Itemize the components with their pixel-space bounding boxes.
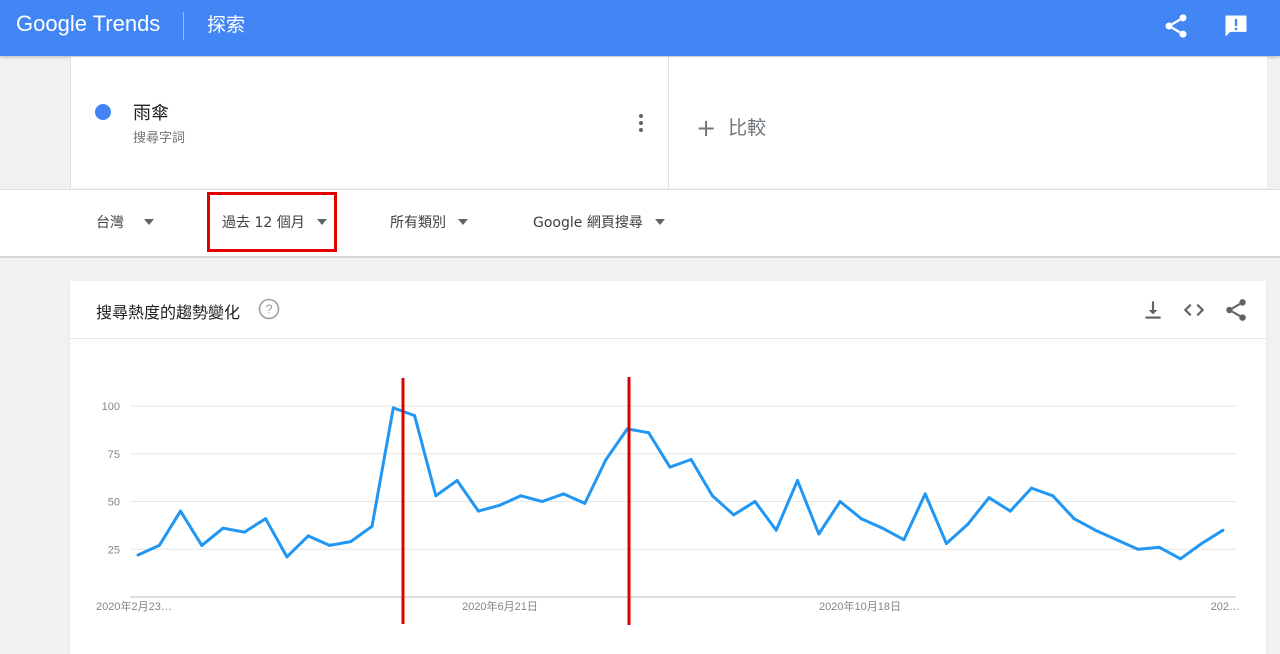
data-point	[306, 534, 310, 538]
more-vert-icon[interactable]	[631, 111, 651, 135]
data-point	[242, 530, 246, 534]
annotation-highlight-box	[207, 192, 337, 252]
data-point	[710, 494, 714, 498]
data-point	[817, 532, 821, 536]
x-tick-label: 2020年2月23…	[96, 599, 172, 613]
data-point	[136, 553, 140, 557]
data-point	[902, 538, 906, 542]
data-point	[498, 503, 502, 507]
data-point	[647, 431, 651, 435]
filter-bar: 台灣 過去 12 個月 所有類別 Google 網頁搜尋	[0, 189, 1280, 258]
chevron-down-icon	[458, 219, 468, 225]
search-term-item[interactable]: 雨傘 搜尋字詞	[71, 57, 669, 188]
data-point	[540, 500, 544, 503]
share-icon[interactable]	[1162, 12, 1190, 40]
feedback-icon[interactable]	[1222, 12, 1250, 40]
data-point	[859, 517, 863, 521]
data-point	[1115, 538, 1119, 542]
y-tick-label: 75	[108, 449, 120, 461]
data-point	[923, 492, 927, 496]
y-tick-label: 100	[102, 401, 120, 413]
data-point	[966, 522, 970, 526]
page-title: 探索	[207, 14, 246, 36]
data-point	[349, 540, 353, 544]
data-point	[179, 509, 182, 513]
y-tick-label: 25	[108, 544, 120, 556]
data-point	[328, 543, 331, 547]
data-point	[583, 501, 587, 505]
chevron-down-icon	[144, 219, 154, 225]
y-tick-label: 50	[108, 497, 120, 509]
series-line	[137, 406, 1224, 561]
search-type-filter[interactable]: Google 網頁搜尋	[533, 212, 665, 232]
term-color-dot	[95, 104, 111, 120]
data-point	[519, 494, 523, 498]
term-type: 搜尋字詞	[133, 131, 186, 146]
data-point	[604, 458, 608, 461]
data-point	[944, 542, 948, 545]
data-point	[370, 524, 374, 528]
data-point	[1221, 528, 1225, 532]
chevron-down-icon	[654, 219, 665, 225]
data-point	[838, 500, 842, 503]
x-tick-label: 202…	[1211, 601, 1240, 613]
region-filter-label: 台灣	[96, 215, 124, 231]
data-point	[455, 479, 459, 482]
data-point	[796, 479, 799, 482]
compare-label: 比較	[728, 117, 767, 139]
data-point	[987, 496, 991, 500]
data-point	[732, 513, 736, 517]
data-point	[1136, 547, 1140, 551]
x-tick-label: 2020年6月21日	[462, 599, 538, 613]
interest-over-time-card: 搜尋熱度的趨勢變化 ? 100 75 50 25 2020年2月23… 2020年6月21…	[70, 281, 1266, 654]
data-point	[391, 406, 395, 410]
data-point	[157, 543, 161, 547]
data-point	[221, 526, 225, 530]
region-filter[interactable]: 台灣	[96, 212, 154, 232]
header-divider	[183, 12, 184, 40]
data-point	[264, 517, 268, 521]
data-point	[434, 494, 438, 498]
data-point	[562, 492, 565, 496]
data-point	[1093, 528, 1097, 532]
data-point	[881, 526, 885, 530]
data-point	[413, 414, 417, 418]
data-point	[200, 543, 204, 547]
search-type-label: Google 網頁搜尋	[533, 215, 643, 231]
category-filter[interactable]: 所有類別	[390, 212, 468, 232]
data-point	[1008, 509, 1012, 513]
term-name: 雨傘	[133, 103, 169, 124]
google-trends-logo[interactable]: Google Trends	[16, 11, 160, 37]
data-point	[1072, 517, 1076, 521]
data-point	[774, 528, 778, 532]
x-tick-label: 2020年10月18日	[819, 599, 901, 613]
data-point	[1200, 542, 1204, 545]
search-terms-panel: 雨傘 搜尋字詞 + 比較	[70, 57, 1267, 188]
data-point	[753, 500, 757, 503]
data-point	[1030, 486, 1033, 490]
data-point	[285, 555, 289, 559]
category-label: 所有類別	[390, 215, 446, 231]
trend-line-chart[interactable]: 100 75 50 25 2020年2月23… 2020年6月21日 2020年10月18日…	[70, 281, 1266, 654]
data-point	[476, 509, 480, 513]
top-app-bar: Google Trends 探索	[0, 0, 1280, 56]
add-icon: +	[696, 114, 717, 142]
data-point	[1179, 557, 1182, 561]
data-point	[668, 465, 672, 469]
data-point	[689, 458, 693, 461]
data-point	[1157, 545, 1161, 549]
data-point	[1051, 494, 1055, 498]
compare-button[interactable]: + 比較	[696, 113, 766, 142]
